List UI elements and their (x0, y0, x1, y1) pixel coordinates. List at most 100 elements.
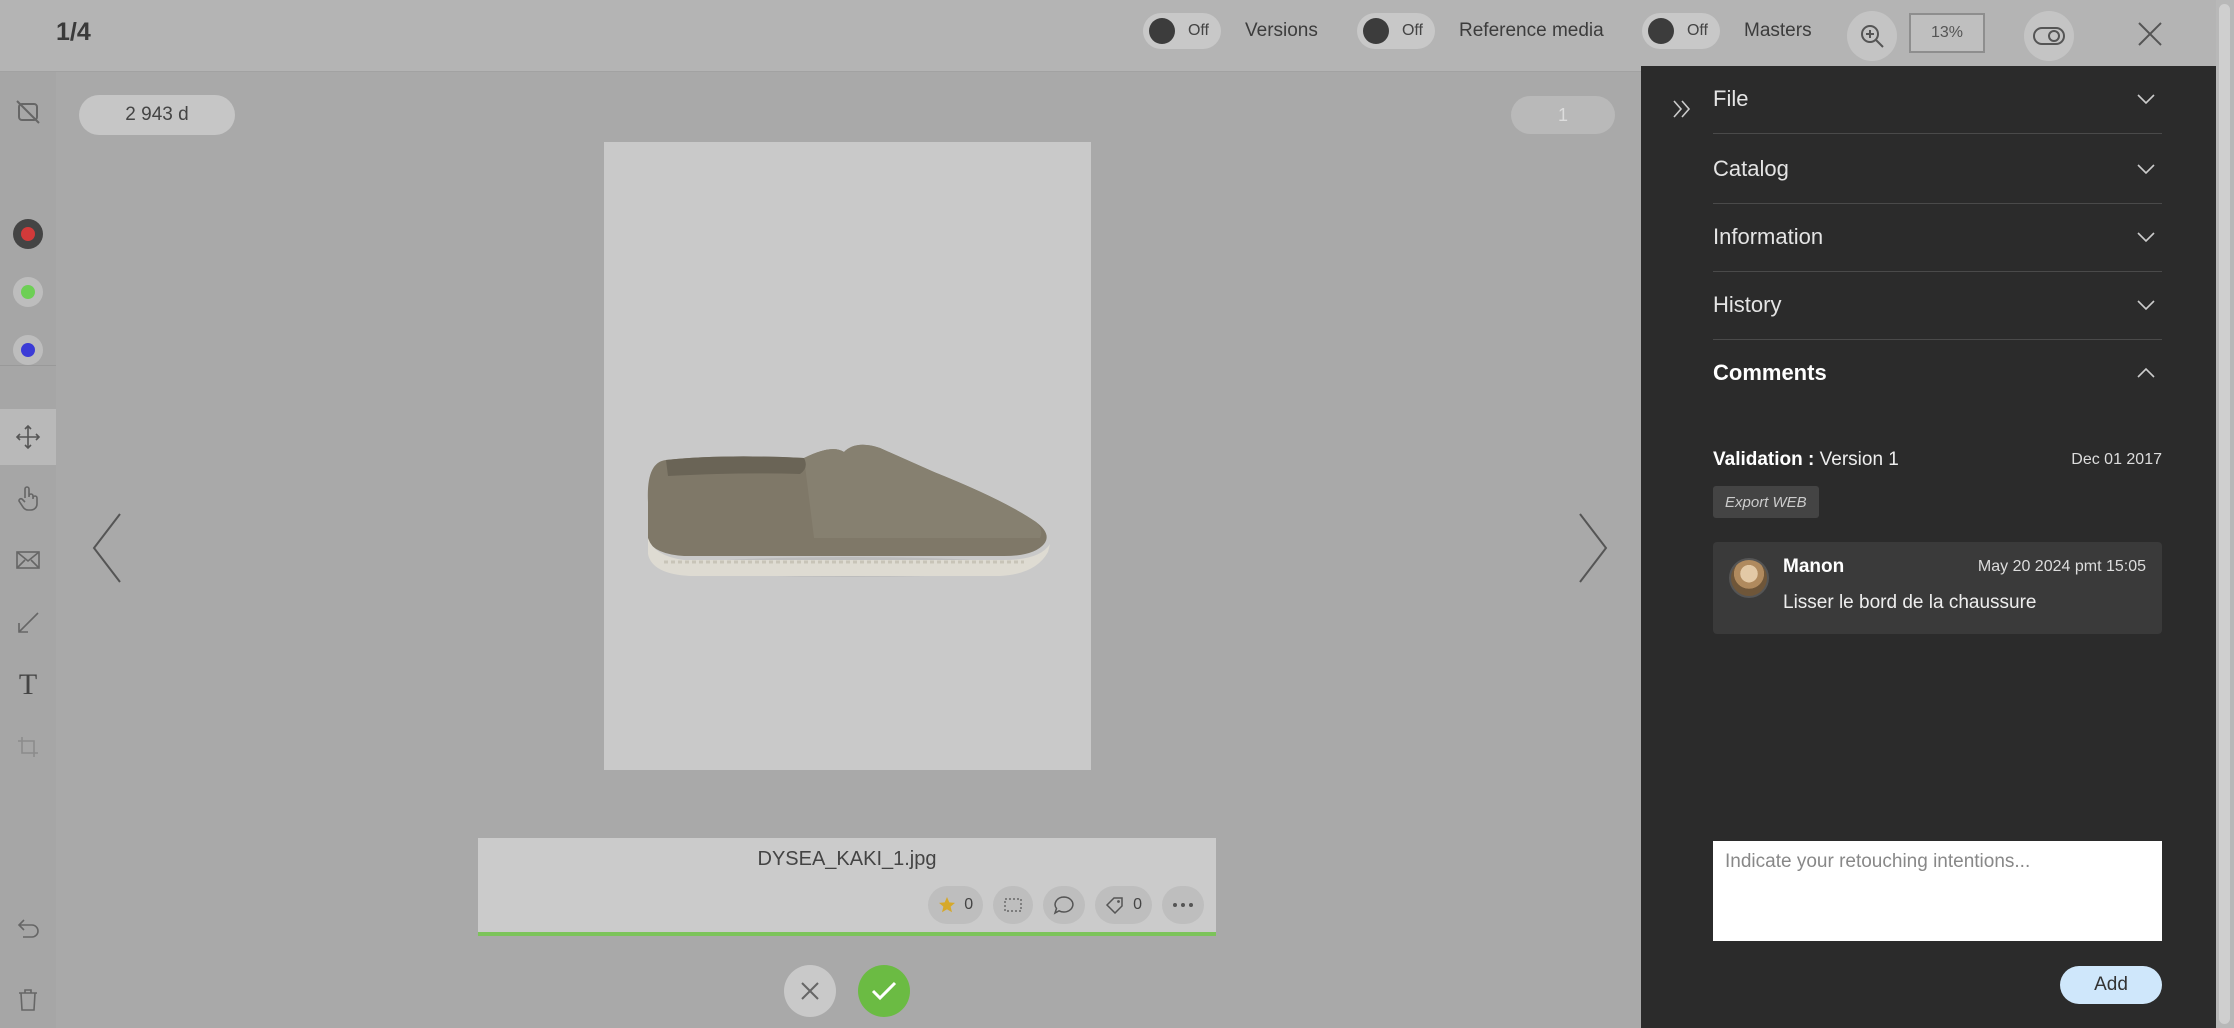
approve-button[interactable] (858, 965, 910, 1017)
more-icon (1173, 903, 1193, 907)
chevron-down-icon (2137, 94, 2155, 105)
tag-count: 0 (1133, 896, 1142, 913)
crop-icon (18, 737, 38, 757)
collapse-panel-icon[interactable] (1671, 98, 1693, 120)
rating-count: 0 (964, 896, 974, 913)
section-information[interactable]: Information (1713, 204, 2162, 272)
previous-image-arrow[interactable] (88, 508, 128, 588)
delete-tool[interactable] (0, 972, 56, 1028)
page-badge: 1 (1511, 96, 1615, 134)
selection-button[interactable] (993, 886, 1034, 924)
trash-icon (19, 989, 37, 1011)
versions-label: Versions (1245, 20, 1318, 41)
envelope-tool[interactable] (0, 532, 56, 588)
scrollbar-thumb[interactable] (2219, 4, 2230, 1024)
section-file[interactable]: File (1713, 66, 2162, 134)
top-bar: 1/4 Off Versions Off Reference media Off… (0, 0, 2234, 72)
product-image[interactable] (604, 142, 1091, 770)
chevron-down-icon (2137, 300, 2155, 311)
zoom-in-icon (1861, 25, 1884, 48)
text-tool[interactable]: T (0, 657, 56, 713)
zoom-level-field[interactable]: 13% (1909, 13, 1985, 53)
section-comments[interactable]: Comments (1713, 340, 2162, 408)
switch-icon (2033, 27, 2065, 45)
export-tag: Export WEB (1713, 486, 1819, 518)
next-image-arrow[interactable] (1572, 508, 1612, 588)
validation-row: Validation : Version 1 Dec 01 2017 (1713, 449, 2162, 477)
image-counter: 1/4 (56, 18, 91, 46)
versions-toggle-group: Off Versions (1143, 13, 1318, 49)
undo-tool[interactable] (0, 900, 56, 956)
close-icon (2138, 22, 2162, 46)
chevron-down-icon (2137, 164, 2155, 175)
color-swatch-red (13, 219, 43, 249)
move-icon (15, 424, 41, 450)
tool-sidebar: T (0, 72, 56, 1028)
check-icon (871, 981, 897, 1001)
zoom-button[interactable] (1847, 11, 1897, 61)
arrow-tool[interactable] (0, 595, 56, 651)
comment-author: Manon (1783, 556, 1845, 577)
comment-icon (1053, 896, 1074, 915)
envelope-icon (16, 551, 40, 569)
toolbar-divider (0, 365, 56, 366)
toggle-knob (1149, 18, 1175, 44)
add-comment-button[interactable]: Add (2060, 966, 2162, 1004)
versions-toggle[interactable]: Off (1143, 13, 1221, 49)
file-card-actions: 0 0 (928, 886, 1204, 924)
color-red-tool[interactable] (0, 206, 56, 262)
tags-button[interactable]: 0 (1095, 886, 1152, 924)
comment-input[interactable] (1713, 841, 2162, 941)
color-swatch-blue (13, 335, 43, 365)
hand-pointer-icon (18, 486, 38, 511)
view-mode-button[interactable] (2024, 11, 2074, 61)
reference-media-label: Reference media (1459, 20, 1604, 41)
color-green-tool[interactable] (0, 264, 56, 320)
more-options-button[interactable] (1162, 886, 1204, 924)
details-panel: File Catalog Information History Comment… (1641, 66, 2216, 1028)
section-title: History (1713, 292, 1782, 317)
validation-label: Validation : (1713, 449, 1815, 470)
avatar (1729, 558, 1769, 598)
reference-media-toggle[interactable]: Off (1357, 13, 1435, 49)
pointer-tool[interactable] (0, 470, 56, 526)
file-name: DYSEA_KAKI_1.jpg (757, 848, 937, 870)
reference-media-toggle-group: Off Reference media (1357, 13, 1604, 49)
masters-toggle[interactable]: Off (1642, 13, 1720, 49)
section-history[interactable]: History (1713, 272, 2162, 340)
section-title: Catalog (1713, 156, 1789, 181)
masters-label: Masters (1744, 20, 1812, 41)
shoe-image (647, 444, 1050, 577)
toggle-state: Off (1686, 22, 1708, 39)
star-icon (939, 897, 956, 913)
age-badge: 2 943 d (79, 95, 235, 135)
hide-annotations-tool[interactable] (0, 84, 56, 140)
undo-icon (17, 919, 39, 938)
comment-date: May 20 2024 pmt 15:05 (1977, 558, 2146, 575)
color-blue-tool[interactable] (0, 322, 56, 378)
color-swatch-green (13, 277, 43, 307)
arrow-icon (18, 612, 39, 633)
section-title: File (1713, 86, 1749, 111)
reject-button[interactable] (784, 965, 836, 1017)
close-icon (801, 982, 819, 1000)
crop-tool[interactable] (0, 719, 56, 775)
file-info-card: DYSEA_KAKI_1.jpg 0 0 (478, 838, 1216, 936)
section-catalog[interactable]: Catalog (1713, 136, 2162, 204)
move-tool[interactable] (0, 409, 56, 465)
validation-date: Dec 01 2017 (2071, 451, 2162, 468)
hide-annotations-icon (16, 100, 40, 124)
toggle-knob (1648, 18, 1674, 44)
toggle-state: Off (1187, 22, 1209, 39)
close-button[interactable] (2130, 14, 2170, 54)
tag-icon (1106, 897, 1123, 914)
comment-button[interactable] (1043, 886, 1086, 924)
section-title: Comments (1713, 360, 1827, 385)
comment-card: Manon May 20 2024 pmt 15:05 Lisser le bo… (1713, 542, 2162, 634)
selection-icon (1004, 898, 1022, 912)
masters-toggle-group: Off Masters (1642, 13, 1812, 49)
rating-button[interactable]: 0 (928, 886, 984, 924)
validation-version: Version 1 (1819, 449, 1899, 470)
chevron-down-icon (2137, 232, 2155, 243)
toggle-state: Off (1401, 22, 1423, 39)
